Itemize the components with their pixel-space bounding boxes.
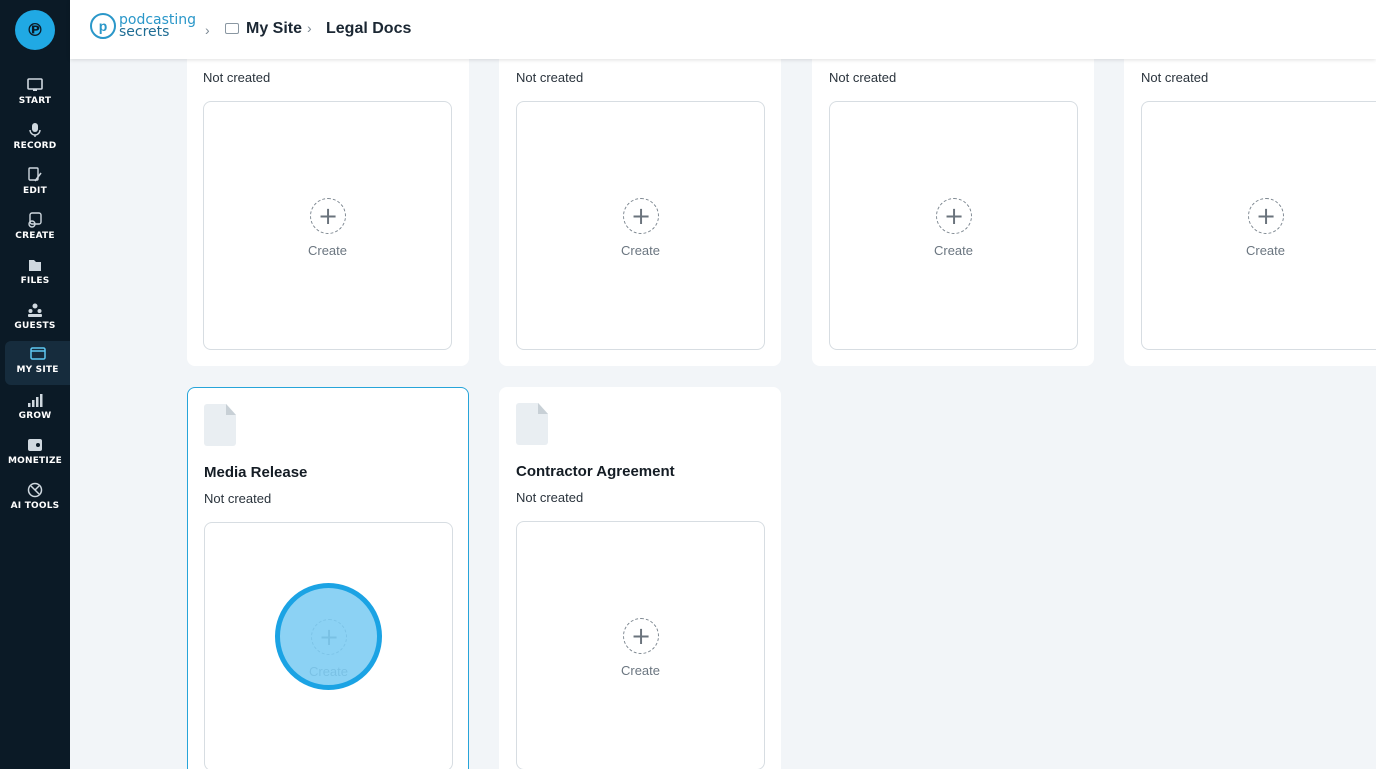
legal-doc-card: Not created + Create <box>187 40 469 366</box>
legal-doc-card: Not created + Create <box>812 40 1094 366</box>
sidebar-item-files[interactable]: FILES <box>0 252 70 296</box>
legal-doc-card-contractor-agreement[interactable]: Contractor Agreement Not created + Creat… <box>499 387 781 769</box>
create-icon <box>26 211 44 229</box>
plus-icon: + <box>310 198 346 234</box>
chevron-right-icon: › <box>307 20 312 36</box>
plus-icon: + <box>1248 198 1284 234</box>
plus-icon: + <box>623 618 659 654</box>
files-icon <box>26 256 44 274</box>
sidebar-item-monetize[interactable]: MONETIZE <box>0 432 70 476</box>
plus-icon: + <box>311 619 347 655</box>
create-label: Create <box>933 243 974 258</box>
sidebar-item-label: GROW <box>18 411 52 421</box>
sidebar-item-label: FILES <box>20 276 50 286</box>
card-status: Not created <box>829 70 897 85</box>
sidebar-item-label: MY SITE <box>16 365 59 375</box>
breadcrumb-legal-docs: Legal Docs <box>326 20 412 37</box>
breadcrumb-my-site[interactable]: My Site <box>246 20 302 38</box>
create-doc-button[interactable]: + Create <box>1141 101 1376 350</box>
sidebar-item-record[interactable]: RECORD <box>0 117 70 161</box>
sidebar-item-label: CREATE <box>15 231 55 241</box>
legal-doc-card: Not created + Create <box>499 40 781 366</box>
podcasting-secrets-logo-icon[interactable]: ℗ <box>15 10 55 50</box>
ai-tools-icon <box>26 481 44 499</box>
sidebar-item-create[interactable]: CREATE <box>0 207 70 251</box>
create-doc-button[interactable]: + Create <box>829 101 1078 350</box>
create-doc-button[interactable]: + Create <box>203 101 452 350</box>
guests-icon <box>26 301 44 319</box>
card-title: Contractor Agreement <box>516 463 675 480</box>
brand-text: podcasting secrets <box>119 13 196 39</box>
card-status: Not created <box>203 70 271 85</box>
sidebar-item-label: MONETIZE <box>7 456 63 466</box>
folder-icon <box>225 23 239 34</box>
plus-icon: + <box>623 198 659 234</box>
create-label: Create <box>308 664 349 679</box>
sidebar-item-label: EDIT <box>23 186 47 196</box>
create-doc-button[interactable]: + Create <box>516 101 765 350</box>
sidebar-item-edit[interactable]: EDIT <box>0 162 70 206</box>
microphone-icon <box>26 121 44 139</box>
edit-icon <box>26 166 44 184</box>
create-doc-button[interactable]: + Create <box>516 521 765 769</box>
sidebar-item-grow[interactable]: GROW <box>0 387 70 431</box>
card-status: Not created <box>516 70 584 85</box>
brand-mark-icon: p <box>90 13 116 39</box>
sidebar: ℗ START RECORD EDIT CREATE FILES GUESTS <box>0 0 70 769</box>
sidebar-item-label: RECORD <box>13 141 57 151</box>
plus-icon: + <box>936 198 972 234</box>
card-status: Not created <box>204 491 272 506</box>
legal-doc-card: Not created + Create <box>1124 40 1376 366</box>
sidebar-item-my-site[interactable]: MY SITE <box>5 341 70 385</box>
legal-doc-card-media-release[interactable]: Media Release Not created + Create <box>187 387 469 769</box>
brand-logo[interactable]: p podcasting secrets <box>90 12 196 40</box>
sidebar-item-guests[interactable]: GUESTS <box>0 297 70 341</box>
sidebar-item-label: START <box>18 96 52 106</box>
start-icon <box>26 76 44 94</box>
card-title: Media Release <box>204 464 308 481</box>
create-doc-button[interactable]: + Create <box>204 522 453 769</box>
chevron-right-icon: › <box>205 22 210 38</box>
top-header: p podcasting secrets › My Site › Legal D… <box>70 0 1376 59</box>
sidebar-item-label: AI TOOLS <box>10 501 60 511</box>
create-label: Create <box>620 663 661 678</box>
card-status: Not created <box>516 490 584 505</box>
monetize-icon <box>26 436 44 454</box>
sidebar-item-ai-tools[interactable]: AI TOOLS <box>0 477 70 521</box>
grow-icon <box>26 391 44 409</box>
my-site-icon <box>29 345 47 363</box>
sidebar-item-label: GUESTS <box>14 321 56 331</box>
create-label: Create <box>1245 243 1286 258</box>
card-status: Not created <box>1141 70 1209 85</box>
create-label: Create <box>307 243 348 258</box>
sidebar-item-start[interactable]: START <box>0 72 70 116</box>
create-label: Create <box>620 243 661 258</box>
